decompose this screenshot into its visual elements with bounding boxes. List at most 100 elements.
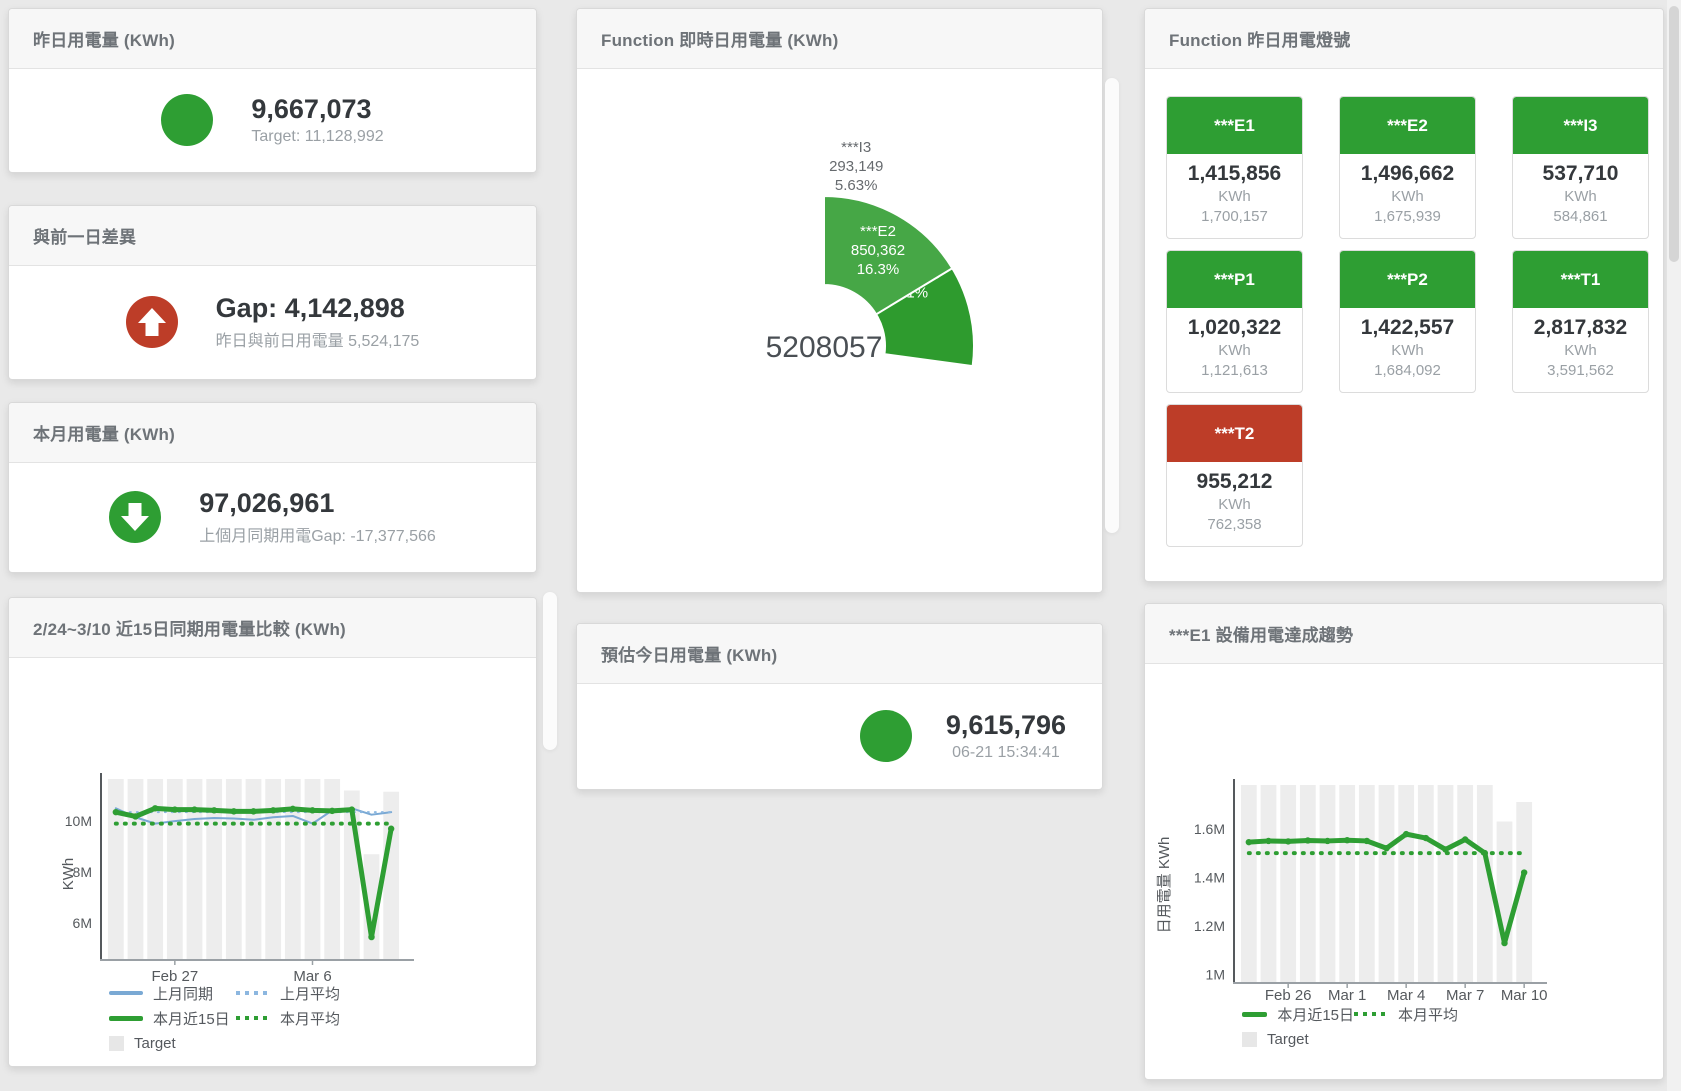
kpi-subtitle: Target: 11,128,992 — [251, 128, 383, 146]
series-marker — [1305, 837, 1311, 843]
kpi-value: 9,615,796 — [946, 710, 1066, 741]
card-e1-trend-chart: ***E1 設備用電達成趨勢 日用電量 KWh 1M1.2M1.4M1.6MFe… — [1144, 603, 1664, 1080]
scrollbar-thumb-left-panel[interactable] — [543, 592, 557, 750]
target-bar — [324, 779, 340, 959]
x-tick-label: Mar 7 — [1446, 987, 1484, 1004]
lamp-tile-header: ***T1 — [1513, 251, 1648, 308]
kpi-body: 97,026,961 上個月同期用電Gap: -17,377,566 — [9, 463, 536, 571]
lamp-tile-e2: ***E21,496,662KWh1,675,939 — [1339, 96, 1476, 239]
series-marker — [1285, 838, 1291, 844]
y-tick-label: 1.2M — [1194, 918, 1225, 934]
kpi-value: Gap: 4,142,898 — [216, 293, 420, 324]
legend-item-series[interactable]: 上月平均 — [236, 984, 340, 1002]
card-title: 昨日用電量 (KWh) — [33, 26, 175, 51]
series-marker — [1383, 845, 1389, 851]
series-marker — [1364, 838, 1370, 844]
legend-item-series[interactable]: 本月近15日 — [109, 1009, 236, 1027]
status-circle-red — [126, 296, 178, 348]
series-marker — [191, 806, 197, 812]
series-marker — [329, 808, 335, 814]
card-realtime-donut: Function 即時日用電量 (KWh) ***T11,413,18327.1… — [576, 8, 1103, 593]
status-circle-green — [860, 710, 912, 762]
lamp-tile-value: 1,020,322 — [1167, 316, 1302, 340]
card-estimate-today: 預估今日用電量 (KWh) 9,615,796 06-21 15:34:41 — [576, 623, 1103, 790]
donut-label-i3: ***I3293,1495.63% — [829, 139, 883, 194]
dotted-line-swatch — [236, 1016, 270, 1020]
lamp-tile-target: 1,121,613 — [1167, 362, 1302, 379]
kpi-value: 97,026,961 — [199, 488, 436, 519]
lamp-tile-value: 2,817,832 — [1513, 316, 1648, 340]
kpi-subtitle: 昨日與前日用電量 5,524,175 — [216, 327, 420, 351]
series-marker — [211, 807, 217, 813]
kpi-body: 9,667,073 Target: 11,128,992 — [9, 69, 536, 171]
lamp-tile-t1: ***T12,817,832KWh3,591,562 — [1512, 250, 1649, 393]
x-tick-label: Mar 10 — [1501, 987, 1548, 1004]
y-tick-label: 1M — [1206, 967, 1225, 983]
y-tick-label: 1.4M — [1194, 869, 1225, 885]
target-bar — [1300, 785, 1316, 982]
y-tick-label: 6M — [73, 915, 92, 931]
target-bar — [128, 779, 144, 959]
trend15-legend: 上月同期 上月平均本月近15日本月平均 Target — [109, 984, 340, 1052]
y-tick-label: 1.6M — [1194, 821, 1225, 837]
lamp-tile-unit: KWh — [1340, 342, 1475, 359]
lamp-tile-unit: KWh — [1340, 188, 1475, 205]
card-trend15-chart: 2/24~3/10 近15日同期用電量比較 (KWh) KWh 6M8M10MF… — [8, 597, 537, 1067]
series-marker — [1246, 839, 1252, 845]
series-marker — [113, 809, 119, 815]
donut-center-total: 5208057 — [766, 331, 883, 364]
series-marker — [1501, 940, 1507, 946]
target-bar — [1320, 785, 1336, 982]
line-swatch — [109, 991, 143, 995]
series-marker — [270, 807, 276, 813]
dotted-line-swatch — [236, 991, 270, 995]
card-header: ***E1 設備用電達成趨勢 — [1145, 604, 1663, 664]
lamp-tile-header: ***I3 — [1513, 97, 1648, 154]
legend-item-series[interactable]: 本月平均 — [236, 1009, 340, 1027]
legend-label: Target — [134, 1035, 176, 1052]
target-bar — [1457, 785, 1473, 982]
series-marker — [388, 826, 394, 832]
y-tick-label: 8M — [73, 864, 92, 880]
series-marker — [231, 808, 237, 814]
series-marker — [290, 806, 296, 812]
card-title: 本月用電量 (KWh) — [33, 420, 175, 445]
status-circle-green — [161, 94, 213, 146]
lamp-tile-unit: KWh — [1167, 188, 1302, 205]
legend-label: 本月平均 — [1398, 1004, 1458, 1025]
lamp-tile-value: 955,212 — [1167, 470, 1302, 494]
legend-item-series[interactable]: 本月近15日 — [1242, 1005, 1354, 1023]
card-header: 預估今日用電量 (KWh) — [577, 624, 1102, 684]
arrow-up-icon — [126, 296, 178, 348]
legend-item-target[interactable]: Target — [1242, 1030, 1354, 1048]
card-header: 本月用電量 (KWh) — [9, 403, 536, 463]
card-title: 2/24~3/10 近15日同期用電量比較 (KWh) — [33, 615, 346, 640]
target-bar — [1359, 785, 1375, 982]
e1trend-legend: 本月近15日 本月平均 Target — [1242, 1005, 1458, 1048]
legend-item-series[interactable]: 本月平均 — [1354, 1005, 1458, 1023]
status-circle-green — [109, 491, 161, 543]
lamp-tile-header: ***P1 — [1167, 251, 1302, 308]
kpi-body: Gap: 4,142,898 昨日與前日用電量 5,524,175 — [9, 266, 536, 378]
series-marker — [1442, 846, 1448, 852]
target-bar — [1379, 785, 1395, 982]
scrollbar-thumb-middle-panel[interactable] — [1105, 78, 1119, 533]
scrollbar-thumb-right[interactable] — [1669, 6, 1679, 262]
lamp-tile-t2: ***T2955,212KWh762,358 — [1166, 404, 1303, 547]
legend-item-target[interactable]: Target — [109, 1034, 236, 1052]
legend-item-series[interactable]: 上月同期 — [109, 984, 236, 1002]
legend-label: 上月平均 — [280, 983, 340, 1004]
target-bar — [1261, 785, 1277, 982]
lamp-tile-header: ***T2 — [1167, 405, 1302, 462]
dotted-line-swatch — [1354, 1012, 1388, 1016]
card-title: ***E1 設備用電達成趨勢 — [1169, 621, 1353, 646]
card-header: 昨日用電量 (KWh) — [9, 9, 536, 69]
card-title: Function 即時日用電量 (KWh) — [601, 26, 838, 51]
target-bar — [187, 779, 203, 959]
lamp-tile-header: ***E2 — [1340, 97, 1475, 154]
series-marker — [368, 934, 374, 940]
lamp-tile-target: 1,684,092 — [1340, 362, 1475, 379]
target-bar — [1398, 785, 1414, 982]
kpi-body: 9,615,796 06-21 15:34:41 — [577, 684, 1102, 788]
card-header: Function 昨日用電燈號 — [1145, 9, 1663, 69]
